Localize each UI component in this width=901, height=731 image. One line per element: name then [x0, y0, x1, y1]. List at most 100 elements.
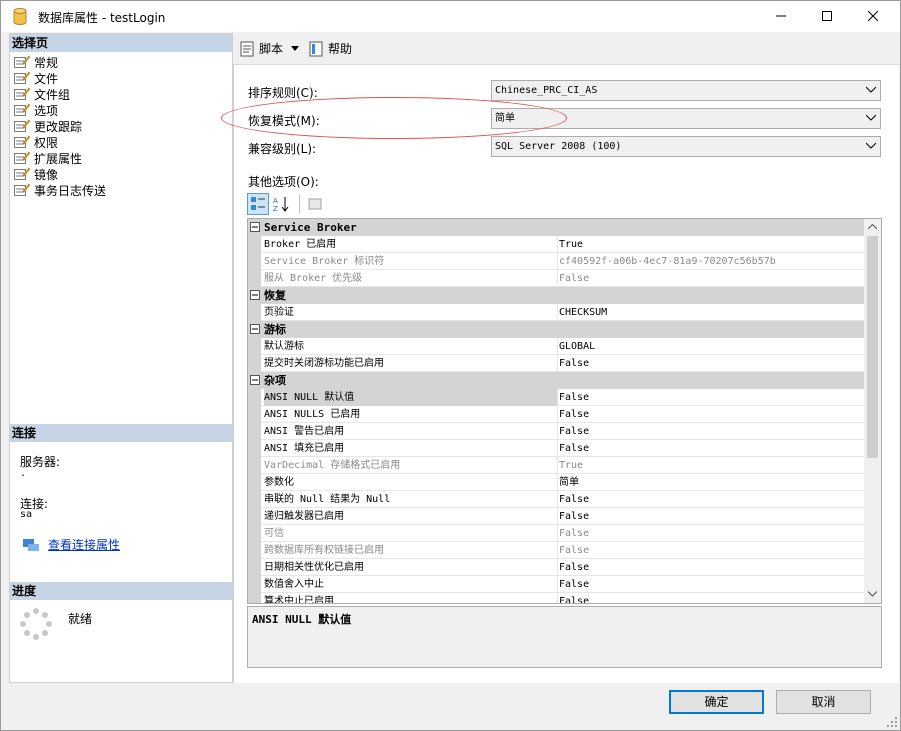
collapse-icon[interactable] [250, 222, 260, 232]
grid-gutter [248, 389, 261, 406]
grid-property-value[interactable]: False [559, 389, 864, 406]
page-item[interactable]: 文件 [14, 70, 58, 86]
grid-property-value[interactable]: False [559, 576, 864, 593]
scroll-down-icon[interactable] [868, 591, 877, 597]
page-item[interactable]: 更改跟踪 [14, 118, 82, 134]
page-item[interactable]: 扩展属性 [14, 150, 82, 166]
grid-property-value[interactable]: GLOBAL [559, 338, 864, 355]
grid-property-value[interactable]: False [559, 593, 864, 603]
grid-property-value[interactable]: False [559, 406, 864, 423]
grid-property-name: Broker 已启用 [264, 239, 337, 250]
grid-property-value[interactable]: False [559, 525, 864, 542]
page-item[interactable]: 常规 [14, 54, 58, 70]
grid-property-row[interactable]: 数值舍入中止 False [248, 576, 865, 593]
grid-property-name: 日期相关性优化已启用 [264, 562, 364, 573]
grid-property-row[interactable]: ANSI NULLS 已启用 False [248, 406, 865, 423]
page-item-label: 权限 [34, 135, 59, 150]
recovery-model-select[interactable]: 简单 [491, 108, 881, 129]
grid-property-row[interactable]: 串联的 Null 结果为 Null False [248, 491, 865, 508]
grid-property-row[interactable]: 提交时关闭游标功能已启用 False [248, 355, 865, 372]
page-icon [14, 119, 30, 132]
ok-button[interactable]: 确定 [669, 690, 764, 714]
grid-property-name: 递归触发器已启用 [264, 511, 344, 522]
resize-grip-icon[interactable] [886, 716, 898, 728]
svg-text:Z: Z [273, 205, 278, 212]
grid-property-value[interactable]: False [559, 355, 864, 372]
help-button[interactable]: 帮助 [309, 40, 352, 57]
grid-property-row[interactable]: 可信 False [248, 525, 865, 542]
grid-property-row[interactable]: 服从 Broker 优先级 False [248, 270, 865, 287]
maximize-button[interactable] [804, 1, 850, 31]
alphabetical-button[interactable]: AZ [271, 193, 293, 215]
grid-property-name: VarDecimal 存储格式已启用 [264, 460, 401, 471]
page-item[interactable]: 选项 [14, 102, 58, 118]
page-item[interactable]: 镜像 [14, 166, 58, 182]
property-description-title: ANSI NULL 默认值 [252, 613, 352, 626]
script-button[interactable]: 脚本 [240, 40, 300, 57]
grid-property-value[interactable]: True [559, 236, 864, 253]
grid-gutter [248, 491, 261, 508]
page-item[interactable]: 文件组 [14, 86, 70, 102]
grid-column-separator [557, 423, 558, 440]
grid-gutter [248, 508, 261, 525]
grid-category-name: 游标 [264, 323, 286, 336]
page-icon [14, 87, 30, 100]
grid-column-separator [557, 270, 558, 287]
dropdown-arrow-icon [291, 46, 300, 51]
grid-property-value[interactable]: cf40592f-a06b-4ec7-81a9-70207c56b57b [559, 253, 864, 270]
grid-property-row[interactable]: 跨数据库所有权链接已启用 False [248, 542, 865, 559]
categorized-button[interactable] [247, 193, 269, 215]
grid-property-value[interactable]: False [559, 423, 864, 440]
collapse-icon[interactable] [250, 375, 260, 385]
grid-property-value[interactable]: False [559, 491, 864, 508]
grid-property-row[interactable]: VarDecimal 存储格式已启用 True [248, 457, 865, 474]
grid-gutter [248, 559, 261, 576]
grid-property-name: 串联的 Null 结果为 Null [264, 494, 391, 505]
grid-property-row[interactable]: ANSI NULL 默认值 False [248, 389, 865, 406]
page-icon [14, 135, 30, 148]
compatibility-level-select[interactable]: SQL Server 2008 (100) [491, 136, 881, 157]
minimize-button[interactable] [758, 1, 804, 31]
page-item[interactable]: 权限 [14, 134, 58, 150]
property-pages-button[interactable] [304, 193, 326, 215]
grid-property-row[interactable]: 页验证 CHECKSUM [248, 304, 865, 321]
grid-property-value[interactable]: False [559, 270, 864, 287]
grid-property-row[interactable]: 递归触发器已启用 False [248, 508, 865, 525]
grid-property-name: ANSI NULL 默认值 [264, 389, 557, 406]
page-icon [14, 55, 30, 68]
grid-property-row[interactable]: ANSI 填充已启用 False [248, 440, 865, 457]
collapse-icon[interactable] [250, 290, 260, 300]
page-item-label: 扩展属性 [34, 151, 83, 166]
grid-property-value[interactable]: True [559, 457, 864, 474]
collation-select[interactable]: Chinese_PRC_CI_AS [491, 80, 881, 101]
grid-property-row[interactable]: Service Broker 标识符 cf40592f-a06b-4ec7-81a… [248, 253, 865, 270]
grid-property-value[interactable]: 简单 [559, 474, 864, 491]
grid-category-row[interactable]: Service Broker [248, 219, 865, 236]
grid-property-row[interactable]: Broker 已启用 True [248, 236, 865, 253]
collapse-icon[interactable] [250, 324, 260, 334]
grid-category-row[interactable]: 游标 [248, 321, 865, 338]
grid-property-row[interactable]: 默认游标 GLOBAL [248, 338, 865, 355]
grid-property-value[interactable]: False [559, 542, 864, 559]
grid-column-separator [557, 593, 558, 603]
grid-category-row[interactable]: 杂项 [248, 372, 865, 389]
scroll-up-icon[interactable] [868, 224, 877, 230]
grid-property-value[interactable]: False [559, 559, 864, 576]
view-connection-properties-link[interactable]: 查看连接属性 [48, 536, 120, 553]
close-button[interactable] [850, 1, 896, 31]
grid-category-row[interactable]: 恢复 [248, 287, 865, 304]
grid-property-row[interactable]: 参数化 简单 [248, 474, 865, 491]
grid-property-row[interactable]: ANSI 警告已启用 False [248, 423, 865, 440]
compatibility-level-value: SQL Server 2008 (100) [495, 141, 622, 152]
grid-category-name: 恢复 [264, 289, 286, 302]
grid-property-value[interactable]: False [559, 508, 864, 525]
cancel-button[interactable]: 取消 [776, 690, 871, 714]
collation-value: Chinese_PRC_CI_AS [495, 85, 598, 96]
property-grid-scrollbar[interactable] [864, 219, 881, 603]
grid-property-value[interactable]: CHECKSUM [559, 304, 864, 321]
grid-property-row[interactable]: 日期相关性优化已启用 False [248, 559, 865, 576]
scroll-thumb[interactable] [867, 236, 878, 458]
grid-property-value[interactable]: False [559, 440, 864, 457]
grid-property-row[interactable]: 算术中止已启用 False [248, 593, 865, 603]
page-item[interactable]: 事务日志传送 [14, 182, 106, 198]
